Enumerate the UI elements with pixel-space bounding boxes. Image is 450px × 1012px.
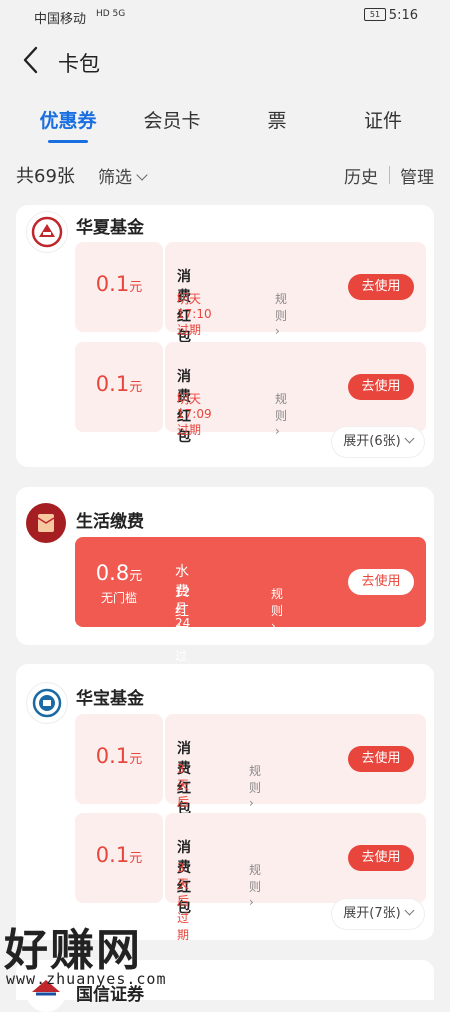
page-title: 卡包 — [58, 52, 100, 76]
divider — [389, 166, 390, 184]
huaxia-logo-icon — [31, 216, 63, 248]
tab-coupons[interactable]: 优惠券 — [13, 106, 123, 133]
carrier-label: 中国移动 — [34, 12, 87, 27]
coupon-item[interactable]: 0.1元 消费红包 明天17:09过期 规则 › 去使用 — [75, 342, 426, 445]
watermark-url: www.zhuanyes.com — [6, 970, 167, 988]
tab-documents[interactable]: 证件 — [328, 106, 438, 133]
active-tab-indicator — [48, 140, 88, 143]
coupon-amount: 0.1元 — [95, 372, 143, 396]
group-name: 华宝基金 — [76, 689, 144, 709]
expand-button[interactable]: 展开(6张) — [332, 427, 424, 457]
group-name: 华夏基金 — [76, 218, 144, 238]
life-payment-logo — [26, 503, 66, 543]
history-button[interactable]: 历史 — [344, 163, 378, 188]
back-arrow-icon — [23, 46, 38, 74]
coupon-group-card: 华宝基金 0.1元 消费红包 3天后过期 规则 › 去使用 0.1元 消费红包 … — [16, 664, 434, 942]
battery-icon: 51 — [364, 8, 386, 21]
site-watermark: 好赚网 www.zhuanyes.com — [2, 914, 202, 994]
huabao-fund-logo — [26, 682, 68, 724]
chevron-down-icon — [404, 433, 415, 444]
coupon-item[interactable]: 0.1元 消费红包 3天后过期 规则 › 去使用 — [75, 714, 426, 843]
back-button[interactable] — [18, 42, 48, 78]
tab-bar: 优惠券 会员卡 票 证件 — [0, 96, 450, 148]
tab-tickets[interactable]: 票 — [222, 106, 332, 133]
clock: 5:16 — [388, 8, 418, 23]
coupon-group-card: 生活缴费 0.8元 无门槛 水费红包 12月24日过期 规则 › 去使用 — [16, 487, 434, 680]
coupon-group-card: 华夏基金 0.1元 消费红包 明天17:10过期 规则 › 去使用 0.1元 消… — [16, 205, 434, 467]
use-coupon-button[interactable]: 去使用 — [348, 374, 414, 400]
use-coupon-button[interactable]: 去使用 — [348, 746, 414, 772]
coupon-item[interactable]: 0.1元 消费红包 明天17:10过期 规则 › 去使用 — [75, 242, 426, 345]
filter-button[interactable]: 筛选 — [98, 163, 148, 188]
status-bar: 中国移动 HD 5G 51 5:16 — [0, 0, 450, 32]
filter-label: 筛选 — [98, 168, 132, 188]
huabao-logo-icon — [32, 688, 62, 718]
group-name: 生活缴费 — [76, 512, 144, 532]
coupon-rules-link[interactable]: 规则 › — [275, 390, 287, 438]
tab-member-cards[interactable]: 会员卡 — [117, 106, 227, 133]
network-indicators: HD 5G — [96, 9, 126, 19]
coupon-rules-link[interactable]: 规则 › — [249, 762, 261, 810]
use-coupon-button[interactable]: 去使用 — [348, 845, 414, 871]
coupon-rules-link[interactable]: 规则 › — [249, 861, 261, 909]
coupon-item[interactable]: 0.1元 消费红包 3天后过期 规则 › 去使用 — [75, 813, 426, 942]
coupon-amount: 0.1元 — [95, 843, 143, 867]
coupon-amount: 0.1元 — [95, 272, 143, 296]
manage-button[interactable]: 管理 — [400, 163, 434, 188]
use-coupon-button[interactable]: 去使用 — [348, 274, 414, 300]
coupon-amount: 0.8元 — [95, 561, 143, 585]
huaxia-fund-logo — [26, 211, 68, 253]
coupon-rules-link[interactable]: 规则 › — [275, 290, 287, 338]
red-envelope-icon — [37, 514, 55, 532]
coupon-expiry: 明天17:09过期 — [177, 392, 212, 437]
coupon-rules-link[interactable]: 规则 › — [271, 585, 283, 633]
coupon-count: 共69张 — [16, 166, 75, 187]
coupon-expiry: 明天17:10过期 — [177, 292, 212, 337]
filter-bar: 共69张 筛选 历史 管理 — [0, 152, 450, 196]
use-coupon-button[interactable]: 去使用 — [348, 569, 414, 595]
expand-button[interactable]: 展开(7张) — [332, 899, 424, 929]
coupon-amount: 0.1元 — [95, 744, 143, 768]
chevron-down-icon — [136, 169, 148, 181]
coupon-threshold: 无门槛 — [100, 591, 137, 605]
app-bar: 卡包 — [0, 32, 450, 90]
coupon-item[interactable]: 0.8元 无门槛 水费红包 12月24日过期 规则 › 去使用 — [75, 537, 426, 680]
chevron-down-icon — [404, 905, 415, 916]
watermark-text: 好赚网 — [4, 925, 142, 976]
